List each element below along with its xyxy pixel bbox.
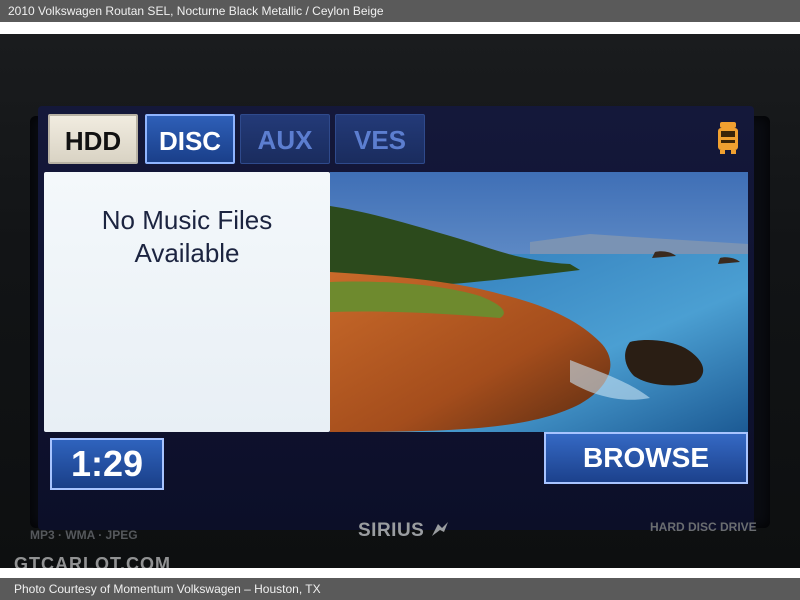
message-line-1: No Music Files — [101, 205, 273, 235]
album-art-image — [330, 172, 748, 432]
playback-time: 1:29 — [50, 438, 164, 490]
tab-hdd[interactable]: HDD — [48, 114, 138, 164]
sirius-logo-text: SIRIUS — [358, 520, 425, 541]
radio-photo: HDD DISC AUX VES No Music Files Availabl… — [0, 34, 800, 568]
watermark: GTCARLOT.COM — [14, 554, 171, 568]
caption-top: 2010 Volkswagen Routan SEL, Nocturne Bla… — [0, 0, 800, 22]
sirius-logo: SIRIUS — [358, 520, 450, 542]
formats-label: MP3 · WMA · JPEG — [30, 528, 138, 542]
tab-aux[interactable]: AUX — [240, 114, 330, 164]
minivan-icon — [718, 122, 738, 154]
browse-button[interactable]: BROWSE — [544, 432, 748, 484]
hard-disc-drive-label: HARD DISC DRIVE — [650, 520, 757, 534]
sirius-dog-icon — [432, 522, 449, 536]
no-files-message: No Music Files Available — [44, 204, 330, 270]
tab-disc[interactable]: DISC — [145, 114, 235, 164]
message-panel: No Music Files Available — [44, 172, 330, 432]
message-line-2: Available — [134, 238, 240, 268]
head-unit-screen: HDD DISC AUX VES No Music Files Availabl… — [38, 106, 754, 530]
caption-bottom: Photo Courtesy of Momentum Volkswagen – … — [0, 578, 800, 600]
tab-ves[interactable]: VES — [335, 114, 425, 164]
